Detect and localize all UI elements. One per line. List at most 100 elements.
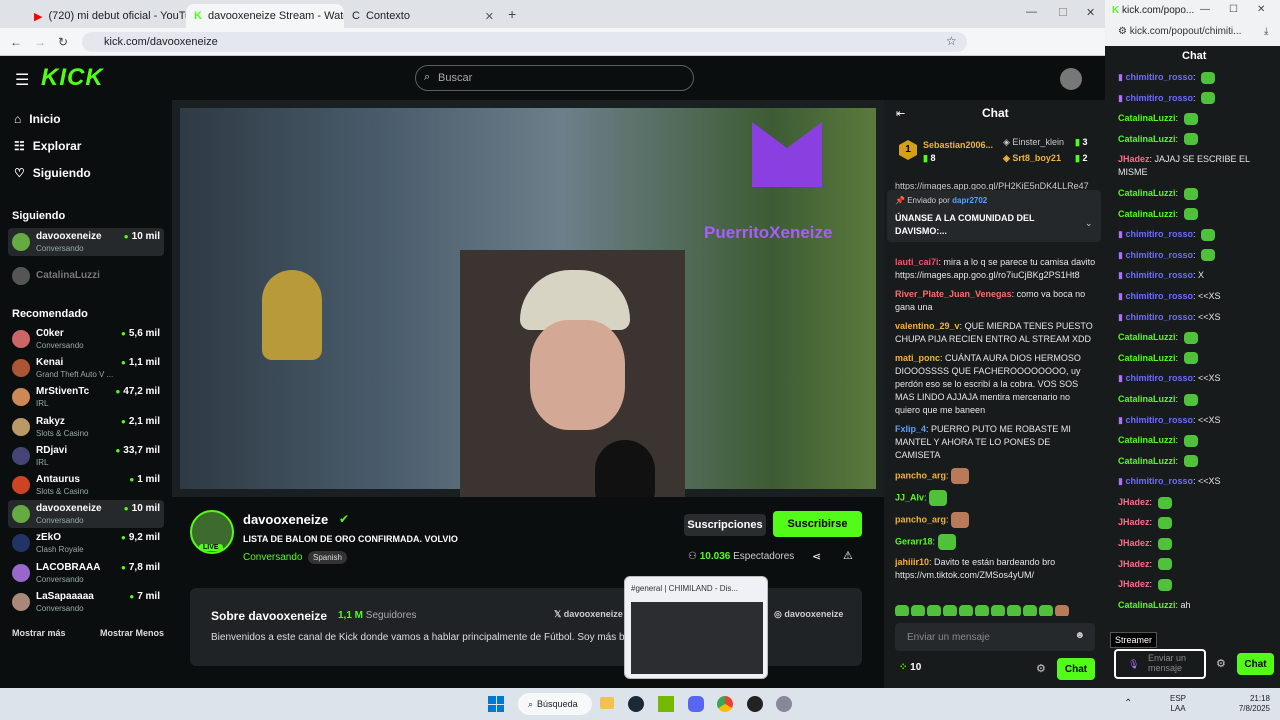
close-window-icon[interactable]: ✕ (1086, 6, 1095, 19)
streamer-name[interactable]: davooxeneize (243, 512, 328, 527)
menu-icon[interactable]: ☰ (15, 70, 29, 90)
chat-username[interactable]: JHadez (1118, 154, 1150, 164)
back-icon[interactable]: ← (10, 35, 22, 49)
nvidia-icon[interactable] (658, 696, 674, 712)
sidebar-channel[interactable]: LaSapaaaaaConversando 7 mil (8, 588, 164, 616)
search-input[interactable]: ⌕ Buscar (415, 65, 694, 91)
chat-username[interactable]: CatalinaLuzzi (1118, 209, 1176, 219)
nav-explorar[interactable]: ☷ Explorar (14, 139, 81, 153)
windows-start-icon[interactable] (488, 696, 504, 712)
chevron-down-icon[interactable]: ⌄ (1085, 218, 1093, 229)
stream-category[interactable]: Conversando (243, 552, 302, 563)
app-icon[interactable] (747, 696, 763, 712)
url-field[interactable]: kick.com/davooxeneize (82, 32, 967, 52)
chat-username[interactable]: chimitiro_rosso (1125, 93, 1193, 103)
maximize-icon[interactable]: ☐ (1229, 4, 1238, 15)
instagram-link[interactable]: ◎ davooxeneize (774, 609, 843, 620)
sidebar-channel[interactable]: LACOBRAAAConversando 7,8 mil (8, 559, 164, 587)
maximize-icon[interactable]: ☐ (1058, 6, 1068, 19)
steam-icon[interactable] (628, 696, 644, 712)
avatar[interactable] (1060, 68, 1082, 90)
chat-username[interactable]: CatalinaLuzzi (1118, 394, 1176, 404)
tab-kick[interactable]: Kdavooxeneize Stream - Watch Li✕ (186, 4, 344, 28)
taskbar-preview[interactable]: #general | CHIMILAND - Dis... (624, 576, 768, 679)
nav-siguiendo[interactable]: ♡ Siguiendo (14, 166, 91, 180)
chat-username[interactable]: jahiiir10 (895, 557, 929, 567)
popout-tab[interactable]: K kick.com/popo... (1112, 5, 1194, 16)
share-icon[interactable]: ⋖ (812, 550, 821, 563)
chat-username[interactable]: chimitiro_rosso (1125, 72, 1193, 82)
tab-youtube[interactable]: ▶(720) mi debut oficial - YouTube✕ (26, 4, 186, 28)
popout-url[interactable]: ⚙ kick.com/popout/chimiti... (1118, 26, 1241, 37)
reload-icon[interactable]: ↻ (58, 35, 68, 49)
sidebar-channel[interactable]: RakyzSlots & Casino 2,1 mil (8, 413, 164, 441)
chat-username[interactable]: JHadez (1118, 579, 1150, 589)
points[interactable]: ⁘ 10 (899, 662, 921, 673)
gear-icon[interactable]: ⚙ (1036, 662, 1046, 675)
close-window-icon[interactable]: ✕ (1257, 4, 1265, 15)
video-player[interactable]: PuerritoXeneize (172, 100, 884, 497)
nav-inicio[interactable]: ⌂ Inicio (14, 112, 61, 126)
sidebar-channel[interactable]: C0ker Conversando 5,6 mil (8, 325, 164, 353)
minimize-icon[interactable]: — (1026, 6, 1037, 18)
sidebar-channel[interactable]: MrStivenTcIRL 47,2 mil (8, 383, 164, 411)
chat-username[interactable]: chimitiro_rosso (1125, 476, 1193, 486)
chat-username[interactable]: pancho_arg (895, 514, 946, 524)
file-explorer-icon[interactable] (600, 697, 614, 709)
chat-username[interactable]: lauti_cai7i (895, 257, 939, 267)
top-gifter[interactable]: Sebastian2006... (923, 140, 993, 150)
gear-icon[interactable]: ⚙ (1216, 657, 1226, 670)
chat-username[interactable]: chimitiro_rosso (1125, 270, 1193, 280)
chat-username[interactable]: Fxlip_4 (895, 424, 926, 434)
chat-username[interactable]: CatalinaLuzzi (1118, 188, 1176, 198)
new-tab-icon[interactable]: + (508, 6, 516, 22)
chat-username[interactable]: chimitiro_rosso (1125, 291, 1193, 301)
chat-username[interactable]: chimitiro_rosso (1125, 312, 1193, 322)
chat-username[interactable]: JJ_Alv (895, 492, 924, 502)
sidebar-channel[interactable]: KenaiGrand Theft Auto V ... 1,1 mil (8, 354, 164, 382)
settings-icon[interactable] (776, 696, 792, 712)
kick-logo[interactable]: KICK (41, 64, 104, 92)
chat-username[interactable]: JHadez (1118, 559, 1150, 569)
clock[interactable]: 21:18 7/8/2025 (1230, 694, 1270, 714)
chat-username[interactable]: JHadez (1118, 517, 1150, 527)
chat-username[interactable]: chimitiro_rosso (1125, 415, 1193, 425)
chat-username[interactable]: CatalinaLuzzi (1118, 113, 1176, 123)
chat-username[interactable]: CatalinaLuzzi (1118, 435, 1176, 445)
chat-username[interactable]: JHadez (1118, 538, 1150, 548)
chat-input[interactable]: Enviar un mensaje ☻ (895, 623, 1095, 651)
sidebar-channel[interactable]: Antaurus Slots & Casino 1 mil (8, 471, 164, 499)
forward-icon[interactable]: → (34, 35, 46, 49)
chat-username[interactable]: CatalinaLuzzi (1118, 134, 1176, 144)
show-less-button[interactable]: Mostrar Menos (100, 628, 164, 638)
bookmark-icon[interactable]: ☆ (946, 34, 957, 48)
chrome-icon[interactable] (717, 696, 733, 712)
sidebar-channel[interactable]: RDjaviIRL 33,7 mil (8, 442, 164, 470)
chat-username[interactable]: mati_ponc (895, 353, 940, 363)
send-chat-button[interactable]: Chat (1237, 653, 1274, 675)
chat-username[interactable]: chimitiro_rosso (1125, 373, 1193, 383)
chat-username[interactable]: CatalinaLuzzi (1118, 332, 1176, 342)
chat-username[interactable]: Gerarr18 (895, 536, 933, 546)
chat-username[interactable]: chimitiro_rosso (1125, 229, 1193, 239)
show-more-button[interactable]: Mostrar más (12, 628, 66, 638)
language-tag[interactable]: Spanish (308, 551, 347, 564)
chat-username[interactable]: valentino_29_v (895, 321, 960, 331)
x-link[interactable]: 𝕏 davooxeneize (554, 609, 623, 620)
report-icon[interactable]: ⚠ (843, 549, 853, 562)
sidebar-channel[interactable]: davooxeneize Conversando 10 mil (8, 228, 164, 256)
taskbar-search[interactable]: ⌕ Búsqueda (518, 693, 592, 715)
tray-chevron-icon[interactable]: ⌃ (1124, 698, 1132, 709)
download-icon[interactable]: ⤓ (1264, 26, 1268, 37)
subscribe-button[interactable]: Suscribirse (773, 511, 862, 537)
collapse-icon[interactable]: ⇤ (896, 107, 905, 120)
subscriptions-button[interactable]: Suscripciones (684, 514, 766, 536)
tab-contexto[interactable]: C Contexto ✕ (344, 4, 502, 28)
emote-bar[interactable] (895, 602, 1099, 616)
language-indicator[interactable]: ESP LAA (1170, 694, 1186, 714)
send-chat-button[interactable]: Chat (1057, 658, 1095, 680)
sidebar-channel[interactable]: zEkOClash Royale 9,2 mil (8, 529, 164, 557)
chat-username[interactable]: CatalinaLuzzi (1118, 353, 1176, 363)
chat-username[interactable]: pancho_arg (895, 470, 946, 480)
top-gifter[interactable]: ◈ Srt8_boy21 (1003, 153, 1061, 164)
